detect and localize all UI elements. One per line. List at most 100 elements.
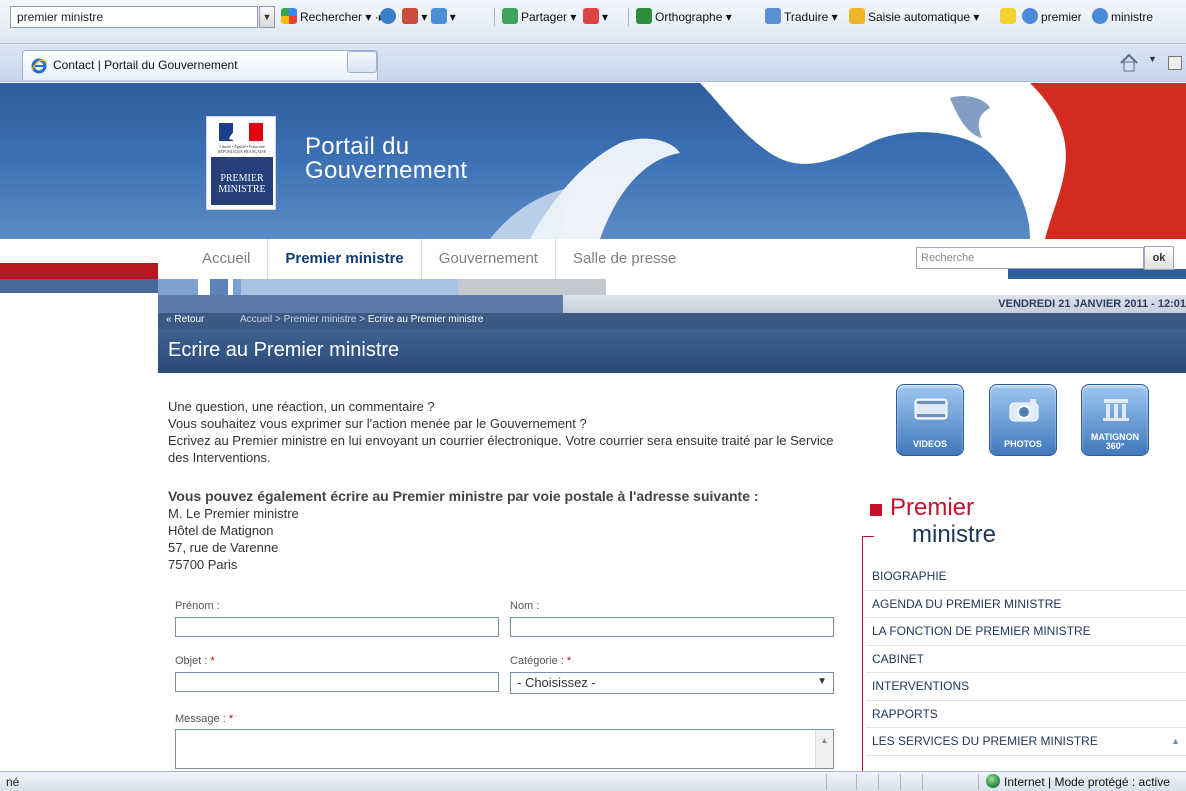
toolbar-separator: [628, 8, 629, 26]
message-textarea[interactable]: ▲: [175, 729, 834, 769]
search-term-premier[interactable]: premier: [1022, 6, 1082, 28]
breadcrumb-accueil[interactable]: Accueil: [240, 314, 272, 325]
home-icon[interactable]: [1118, 52, 1140, 74]
nom-field[interactable]: [510, 617, 834, 637]
search-term-icon: [1022, 8, 1038, 24]
search-term-ministre[interactable]: ministre: [1092, 6, 1153, 28]
partager-button[interactable]: Partager ▾: [502, 6, 576, 28]
nav-indicator: [158, 295, 563, 313]
security-zone[interactable]: Internet | Mode protégé : active: [986, 774, 1170, 789]
page-title-bar: Ecrire au Premier ministre: [158, 329, 1186, 373]
address-line: 75700 Paris: [168, 557, 238, 572]
current-date: VENDREDI 21 JANVIER 2011 - 12:01: [998, 298, 1186, 310]
categorie-label: Catégorie : *: [510, 655, 572, 667]
sidewiki-icon: [380, 8, 396, 24]
photos-label: PHOTOS: [1004, 439, 1042, 449]
nav-premier-ministre[interactable]: Premier ministre: [268, 239, 422, 279]
date-bar: VENDREDI 21 JANVIER 2011 - 12:01: [563, 295, 1186, 313]
sidebar-item-services[interactable]: LES SERVICES DU PREMIER MINISTRE ▲: [866, 728, 1186, 756]
breadcrumb-premier-ministre[interactable]: Premier ministre: [284, 314, 357, 325]
status-divider: [978, 774, 979, 790]
intro-text: Une question, une réaction, un commentai…: [168, 398, 838, 466]
pencil-icon: [849, 8, 865, 24]
matignon-label: MATIGNON 360°: [1090, 432, 1140, 451]
nav-accueil[interactable]: Accueil: [185, 239, 269, 279]
sidebar-divider: [862, 536, 863, 771]
toolbar-search-input[interactable]: premier ministre: [10, 6, 258, 28]
gov-logo[interactable]: Liberté • Égalité • Fraternité RÉPUBLIQU…: [206, 116, 276, 210]
rechercher-button[interactable]: Rechercher ▾ ·▸: [281, 6, 385, 28]
camera-icon: [1009, 399, 1039, 422]
new-tab-button[interactable]: [347, 51, 377, 73]
sidebar-item-cabinet[interactable]: CABINET: [866, 646, 1186, 673]
nav-gouvernement[interactable]: Gouvernement: [422, 239, 556, 279]
message-scrollbar[interactable]: ▲: [815, 730, 833, 768]
logo-motto: Liberté • Égalité • Fraternité RÉPUBLIQU…: [217, 144, 267, 154]
breadcrumb-trail: Accueil > Premier ministre > Ecrire au P…: [240, 314, 484, 325]
translate-icon: [765, 8, 781, 24]
status-divider: [856, 774, 857, 790]
nav-tabs: Accueil Premier ministre Gouvernement Sa…: [185, 239, 693, 279]
required-marker: *: [228, 713, 234, 725]
check-icon: [583, 8, 599, 24]
traduire-button[interactable]: Traduire ▾: [765, 6, 838, 28]
ie-icon: [31, 58, 47, 74]
nom-label: Nom :: [510, 600, 540, 612]
share-icon: [502, 8, 518, 24]
address-line: Hôtel de Matignon: [168, 523, 274, 538]
sidebar-menu: BIOGRAPHIE AGENDA DU PREMIER MINISTRE LA…: [866, 563, 1186, 756]
nav-indicator: [458, 279, 606, 295]
intro-line: Vous souhaitez vous exprimer sur l'actio…: [168, 416, 587, 431]
matignon-360-button[interactable]: MATIGNON 360°: [1081, 384, 1149, 456]
prenom-field[interactable]: [175, 617, 499, 637]
sidebar-item-rapports[interactable]: RAPPORTS: [866, 701, 1186, 728]
status-divider: [878, 774, 879, 790]
required-marker: *: [210, 655, 215, 667]
site-banner: Liberté • Égalité • Fraternité RÉPUBLIQU…: [0, 83, 1186, 239]
back-link[interactable]: « Retour: [166, 314, 204, 325]
categorie-select[interactable]: - Choisissez - ▼: [510, 672, 834, 694]
status-divider: [900, 774, 901, 790]
status-divider: [922, 774, 923, 790]
marianne-artwork: [490, 83, 1186, 239]
status-divider: [826, 774, 827, 790]
status-bar: né Internet | Mode protégé : active: [0, 771, 1186, 791]
building-icon: [1103, 399, 1129, 421]
logo-text: PREMIER MINISTRE: [211, 157, 273, 205]
objet-label: Objet : *: [175, 655, 215, 667]
saisie-automatique-button[interactable]: Saisie automatique ▾: [849, 6, 979, 28]
intro-line: Une question, une réaction, un commentai…: [168, 399, 435, 414]
sidebar-item-agenda[interactable]: AGENDA DU PREMIER MINISTRE: [866, 591, 1186, 618]
address-line: 57, rue de Varenne: [168, 540, 279, 555]
main-nav: Accueil Premier ministre Gouvernement Sa…: [0, 239, 1186, 279]
toolbar-search-dropdown[interactable]: ▼: [259, 6, 275, 28]
sidebar-item-biographie[interactable]: BIOGRAPHIE: [866, 563, 1186, 591]
sidebar-divider: [862, 536, 874, 537]
nav-indicator: [233, 279, 241, 295]
site-search-input[interactable]: Recherche: [916, 247, 1144, 269]
spellcheck-icon: [636, 8, 652, 24]
feed-icon[interactable]: [1168, 56, 1182, 70]
toolbar-tool-icons[interactable]: ▾ ▾: [380, 6, 456, 28]
nav-salle-de-presse[interactable]: Salle de presse: [556, 239, 693, 279]
address-line: M. Le Premier ministre: [168, 506, 299, 521]
search-ok-button[interactable]: ok: [1144, 246, 1174, 270]
videos-button[interactable]: VIDEOS: [896, 384, 964, 456]
film-icon: [914, 398, 948, 420]
home-dropdown-icon[interactable]: ▼: [1148, 54, 1157, 64]
browser-tab[interactable]: Contact | Portail du Gouvernement: [22, 50, 378, 80]
sidebar-item-interventions[interactable]: INTERVENTIONS: [866, 673, 1186, 701]
toolbar-separator: [494, 8, 495, 26]
red-square-icon: [870, 504, 882, 516]
intro-line: Ecrivez au Premier ministre en lui envoy…: [168, 433, 834, 465]
photos-button[interactable]: PHOTOS: [989, 384, 1057, 456]
orthographe-button[interactable]: Orthographe ▾: [636, 6, 732, 28]
browser-toolbar: premier ministre ▼ Rechercher ▾ ·▸ ▾ ▾ P…: [0, 0, 1186, 44]
highlighter-button[interactable]: [1000, 6, 1019, 28]
objet-field[interactable]: [175, 672, 499, 692]
nav-indicator: [158, 279, 198, 295]
sidebar-title-premier: Premier: [890, 494, 975, 521]
sidebar-title-ministre: ministre: [912, 521, 997, 548]
sidebar-item-fonction[interactable]: LA FONCTION DE PREMIER MINISTRE: [866, 618, 1186, 646]
check-button[interactable]: ▾: [583, 6, 608, 28]
